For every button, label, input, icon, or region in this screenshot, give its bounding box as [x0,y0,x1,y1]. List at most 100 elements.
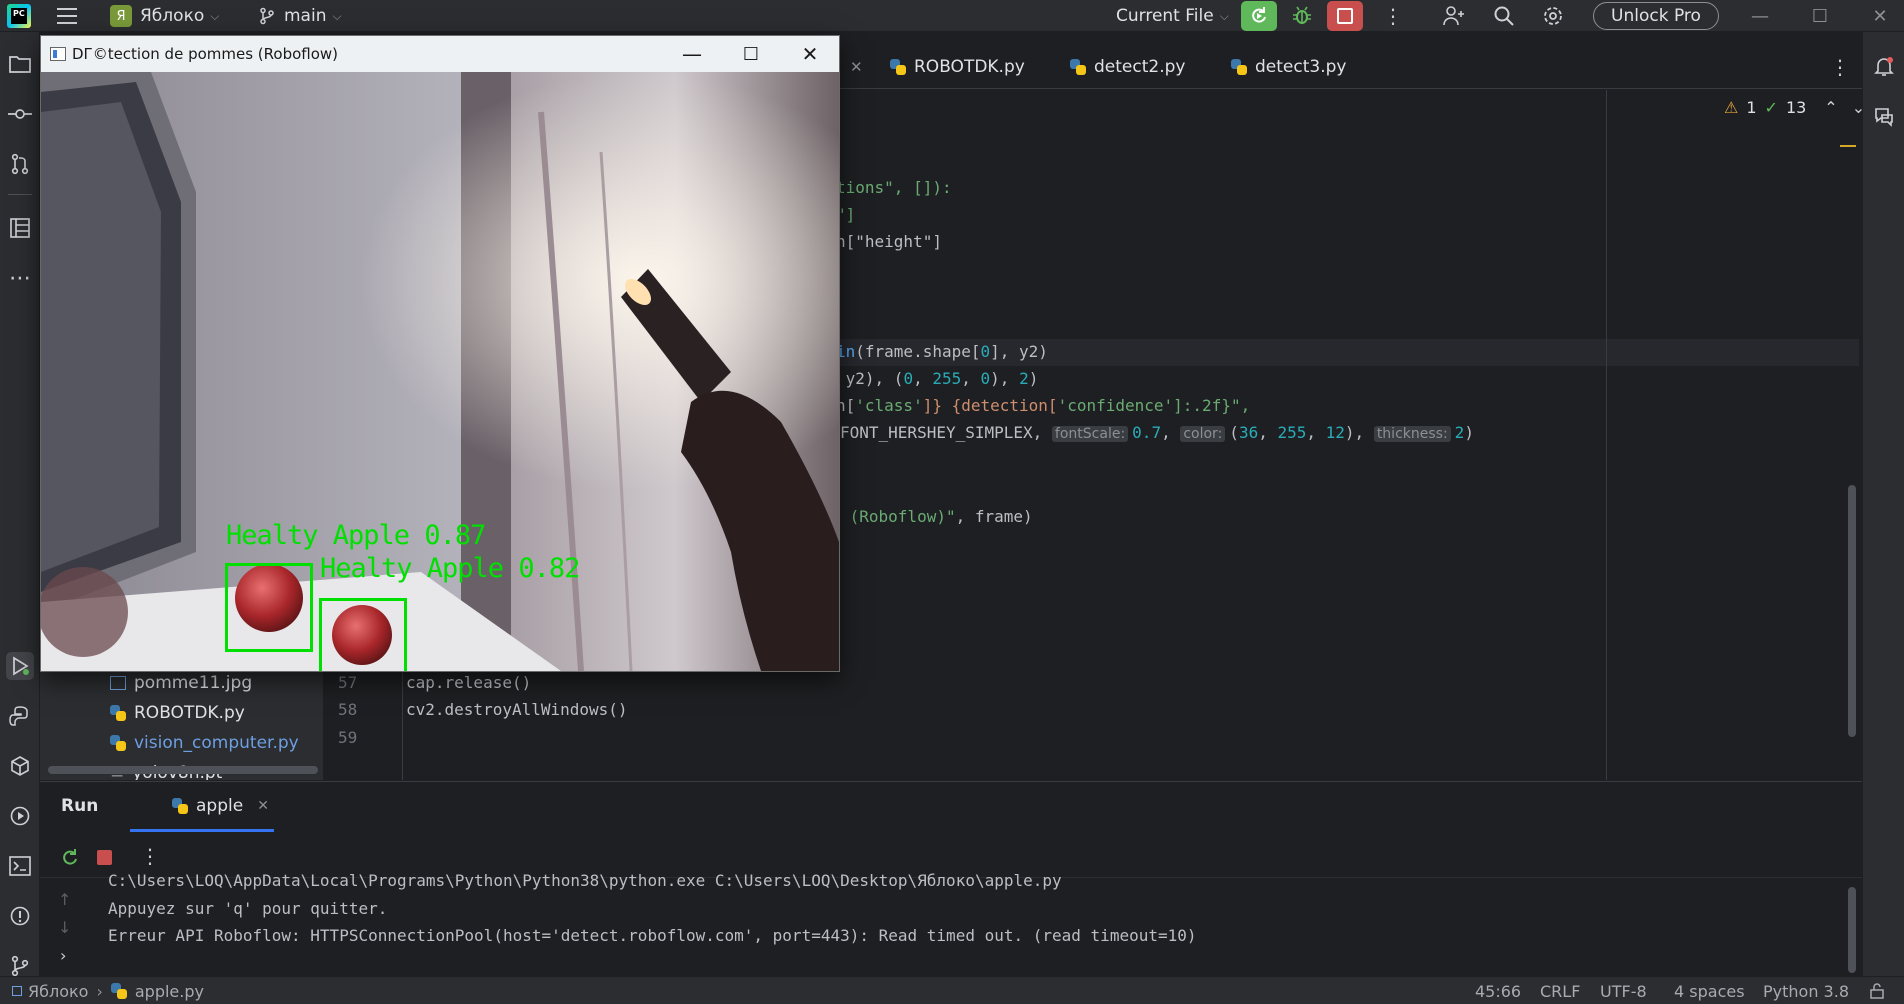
python-file-icon [110,735,126,751]
project-file-item[interactable]: vision_computer.py [110,730,299,756]
inspection-widget[interactable]: ⚠ 1 ✓ 13 ⌃ ⌄ [1724,98,1865,117]
commit-icon[interactable] [6,100,34,128]
project-badge: Я [110,5,132,27]
python-console-icon[interactable] [6,702,34,730]
detection-label: Healty Apple 0.82 [320,553,580,584]
pull-requests-icon[interactable] [6,150,34,178]
terminal-icon[interactable] [6,852,34,880]
run-tab-label: apple [196,795,244,816]
right-margin-guide [1606,90,1607,780]
console-line: C:\Users\LOQ\AppData\Local\Programs\Pyth… [108,871,1062,890]
rerun-button[interactable] [1241,1,1277,31]
breadcrumb-file: apple.py [134,981,204,1001]
warning-marker [1840,145,1856,147]
caret-position[interactable]: 45:66 [1475,977,1521,1004]
code-line: (Roboflow)", frame) [840,507,1033,526]
more-tools-icon[interactable]: ⋯ [6,264,34,292]
more-actions-icon[interactable]: ⋮ [140,844,160,868]
minimize-icon[interactable]: — [663,36,721,72]
chevron-up-icon[interactable]: ⌃ [1824,98,1837,117]
python-packages-icon[interactable] [6,752,34,780]
branch-selector[interactable]: main ⌵ [258,0,342,32]
project-file-item[interactable]: ROBOTDK.py [110,700,245,726]
search-icon[interactable] [1493,0,1515,32]
tab-detect3[interactable]: detect3.py [1231,45,1346,89]
chevron-down-icon[interactable]: ⌄ [1852,98,1865,117]
add-user-icon[interactable] [1442,0,1466,32]
scroll-up-icon[interactable]: ↑ [58,890,71,909]
tab-robotdk[interactable]: ROBOTDK.py [890,45,1025,89]
project-selector[interactable]: Я Яблоко ⌵ [110,0,219,32]
editor-scrollbar[interactable] [1848,485,1856,737]
console-line: Erreur API Roboflow: HTTPSConnectionPool… [108,926,1197,945]
main-menu-icon[interactable] [56,0,78,32]
code-line: cap.release() [406,673,532,692]
problems-icon[interactable] [6,902,34,930]
pycharm-logo-icon: PC [7,4,31,28]
code-line: y2), (0, 255, 0), 2) [836,369,1039,388]
minimize-icon[interactable]: — [1736,0,1784,32]
notifications-bell-icon[interactable] [1870,52,1898,80]
file-name: vision_computer.py [134,733,299,753]
tab-run-config[interactable]: apple ✕ [130,782,274,832]
lock-icon[interactable] [1870,977,1884,1004]
image-file-icon [110,676,126,690]
services-icon[interactable] [6,802,34,830]
line-number: 57 [338,673,358,692]
right-tool-strip [1862,32,1904,976]
project-hscrollbar[interactable] [48,766,318,774]
breadcrumb[interactable]: Яблоко › apple.py [12,977,204,1004]
python-interpreter[interactable]: Python 3.8 [1763,977,1849,1004]
rerun-icon[interactable] [60,848,80,873]
python-file-icon [172,797,188,814]
tab-label: ROBOTDK.py [914,57,1025,77]
close-icon[interactable]: ✕ [781,36,839,72]
branch-name: main [284,6,327,26]
detection-label: Healty Apple 0.87 [226,520,486,551]
tab-options-icon[interactable]: ⋮ [1830,45,1850,89]
chevron-down-icon: ⌵ [1219,8,1229,23]
line-separator[interactable]: CRLF [1540,977,1580,1004]
divider [8,194,32,195]
more-actions-icon[interactable]: ⋮ [1383,0,1403,32]
code-line: tions", []): [836,178,952,197]
run-config-selector[interactable]: Current File ⌵ [1116,0,1229,32]
stop-icon[interactable] [97,850,112,865]
file-encoding[interactable]: UTF-8 [1600,977,1647,1004]
python-file-icon [110,705,126,721]
maximize-icon[interactable]: ☐ [1796,0,1844,32]
project-folder-icon[interactable] [6,50,34,78]
expand-icon[interactable]: › [60,946,66,965]
scroll-down-icon[interactable]: ↓ [58,918,71,937]
opencv-window-titlebar[interactable]: DГ©tection de pommes (Roboflow) — ☐ ✕ [41,36,839,72]
rerun-icon [1252,7,1266,23]
chevron-right-icon: › [96,981,103,1001]
maximize-icon[interactable]: ☐ [722,36,780,72]
tab-detect2[interactable]: detect2.py [1070,45,1185,89]
opencv-window-title: DГ©tection de pommes (Roboflow) [72,45,339,63]
git-branch-icon [260,7,274,25]
ai-assistant-icon[interactable] [1870,102,1898,130]
opencv-window[interactable]: DГ©tection de pommes (Roboflow) — ☐ ✕ He… [40,35,840,672]
project-file-item[interactable]: pomme11.jpg [110,670,252,696]
code-line: n["height"] [836,232,942,251]
unlock-pro-button[interactable]: Unlock Pro [1593,2,1719,30]
close-tab-icon[interactable]: ✕ [257,798,269,814]
settings-gear-icon[interactable] [1542,0,1564,32]
console-line: Appuyez sur 'q' pour quitter. [108,899,388,918]
structure-icon[interactable] [6,214,34,242]
close-icon[interactable]: ✕ [1856,0,1904,32]
ok-count: 13 [1785,98,1807,117]
warning-count: 1 [1746,98,1757,117]
module-icon [12,986,22,996]
debug-button[interactable] [1284,1,1320,31]
stop-icon [1337,8,1353,24]
stop-button[interactable] [1327,1,1363,31]
run-tool-icon[interactable] [6,652,34,680]
file-name: pomme11.jpg [134,673,253,693]
indent-setting[interactable]: 4 spaces [1674,977,1745,1004]
close-tab-icon[interactable]: ✕ [850,45,863,89]
python-file-icon [890,59,906,75]
console-scrollbar[interactable] [1848,887,1856,973]
line-number: 58 [338,700,358,719]
